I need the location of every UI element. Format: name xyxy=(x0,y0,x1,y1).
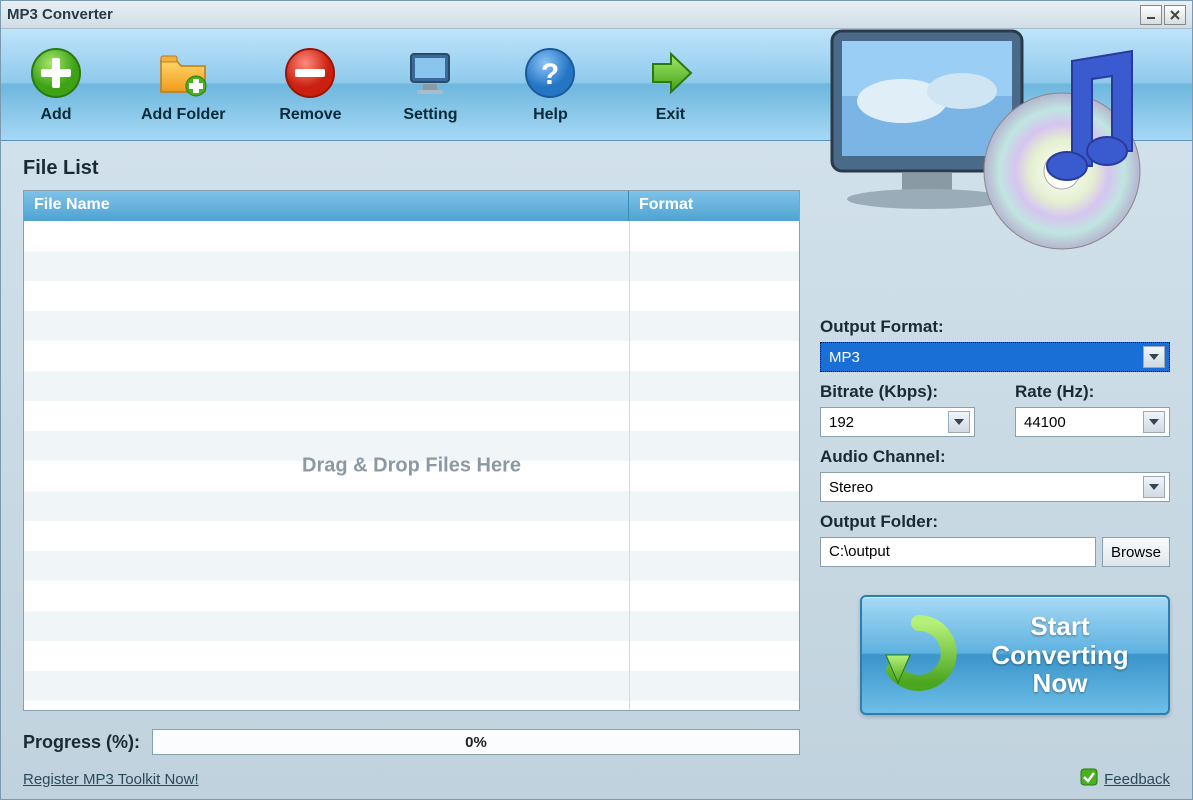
question-icon: ? xyxy=(523,46,577,100)
channel-select[interactable]: Stereo xyxy=(820,472,1170,502)
output-format-select[interactable]: MP3 xyxy=(820,342,1170,372)
file-list-title: File List xyxy=(23,157,800,180)
feedback-link[interactable]: Feedback xyxy=(1080,768,1170,790)
start-converting-button[interactable]: Start Converting Now xyxy=(860,595,1170,715)
help-button[interactable]: ? Help xyxy=(515,46,585,124)
output-folder-label: Output Folder: xyxy=(820,512,1170,532)
monitor-icon xyxy=(403,46,457,100)
chevron-down-icon xyxy=(1143,411,1165,433)
start-button-label: Start Converting Now xyxy=(970,612,1150,698)
folder-plus-icon xyxy=(156,46,210,100)
register-link[interactable]: Register MP3 Toolkit Now! xyxy=(23,771,199,788)
channel-label: Audio Channel: xyxy=(820,447,1170,467)
minus-icon xyxy=(283,46,337,100)
app-window: MP3 Converter Add xyxy=(0,0,1193,800)
chevron-down-icon xyxy=(948,411,970,433)
output-folder-input[interactable]: C:\output xyxy=(820,537,1096,567)
setting-button[interactable]: Setting xyxy=(395,46,465,124)
add-button[interactable]: Add xyxy=(21,46,91,124)
toolbar: Add Add Folder xyxy=(1,29,1192,141)
exit-button[interactable]: Exit xyxy=(635,46,705,124)
file-list-table[interactable]: File Name Format Drag & Drop Files Here xyxy=(23,190,800,711)
col-file-name[interactable]: File Name xyxy=(24,191,629,221)
window-title: MP3 Converter xyxy=(7,6,113,23)
chevron-down-icon xyxy=(1143,476,1165,498)
bitrate-select[interactable]: 192 xyxy=(820,407,975,437)
rate-select[interactable]: 44100 xyxy=(1015,407,1170,437)
rate-label: Rate (Hz): xyxy=(1015,382,1170,402)
main-content: File List File Name Format Drag & Drop F… xyxy=(1,141,1192,767)
table-body[interactable]: Drag & Drop Files Here xyxy=(24,221,799,710)
drop-hint: Drag & Drop Files Here xyxy=(302,454,521,477)
remove-button[interactable]: Remove xyxy=(275,46,345,124)
arrow-right-icon xyxy=(643,46,697,100)
plus-icon xyxy=(29,46,83,100)
table-header: File Name Format xyxy=(24,191,799,221)
footer: Register MP3 Toolkit Now! Feedback xyxy=(1,767,1192,799)
titlebar: MP3 Converter xyxy=(1,1,1192,29)
svg-text:?: ? xyxy=(541,58,559,91)
check-icon xyxy=(1080,768,1098,790)
progress-label: Progress (%): xyxy=(23,732,140,753)
progress-row: Progress (%): 0% xyxy=(23,729,800,759)
progress-bar: 0% xyxy=(152,729,800,755)
arrow-down-circle-icon xyxy=(880,615,958,696)
browse-button[interactable]: Browse xyxy=(1102,537,1170,567)
output-format-label: Output Format: xyxy=(820,317,1170,337)
add-folder-button[interactable]: Add Folder xyxy=(141,46,225,124)
minimize-button[interactable] xyxy=(1140,5,1162,25)
progress-value: 0% xyxy=(465,734,487,751)
chevron-down-icon xyxy=(1143,346,1165,368)
left-panel: File List File Name Format Drag & Drop F… xyxy=(23,157,800,759)
col-format[interactable]: Format xyxy=(629,191,799,221)
close-button[interactable] xyxy=(1164,5,1186,25)
bitrate-label: Bitrate (Kbps): xyxy=(820,382,975,402)
window-controls xyxy=(1140,5,1186,25)
right-panel: Output Format: MP3 Bitrate (Kbps): 192 xyxy=(820,157,1170,759)
